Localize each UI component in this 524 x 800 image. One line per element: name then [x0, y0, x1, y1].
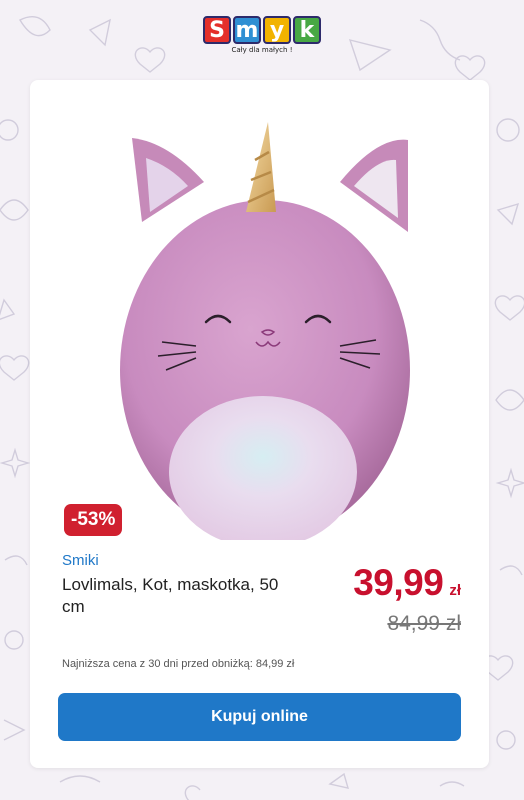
logo-letter-k: k: [293, 16, 321, 44]
discount-badge: -53%: [64, 504, 123, 536]
smyk-logo[interactable]: S m y k Cały dla małych !: [196, 16, 328, 66]
lowest-price-note: Najniższa cena z 30 dni przed obniżką: 8…: [62, 658, 295, 670]
logo-letters: S m y k: [196, 16, 328, 44]
product-name[interactable]: Lovlimals, Kot, maskotka, 50 cm: [62, 574, 302, 618]
product-card[interactable]: -53% Smiki Lovlimals, Kot, maskotka, 50 …: [30, 80, 489, 768]
logo-letter-y: y: [263, 16, 291, 44]
old-price: 84,99 zł: [387, 612, 461, 635]
buy-online-button[interactable]: Kupuj online: [58, 693, 461, 741]
unicorn-horn: [246, 122, 276, 212]
brand-name[interactable]: Smiki: [62, 552, 99, 569]
current-price: 39,99 zł: [353, 562, 461, 604]
product-image-plush-cat[interactable]: [108, 120, 418, 540]
logo-tagline: Cały dla małych !: [231, 46, 293, 54]
current-price-value: 39,99: [353, 562, 444, 603]
current-price-currency: zł: [449, 582, 461, 599]
logo-letter-m: m: [233, 16, 261, 44]
logo-letter-s: S: [203, 16, 231, 44]
